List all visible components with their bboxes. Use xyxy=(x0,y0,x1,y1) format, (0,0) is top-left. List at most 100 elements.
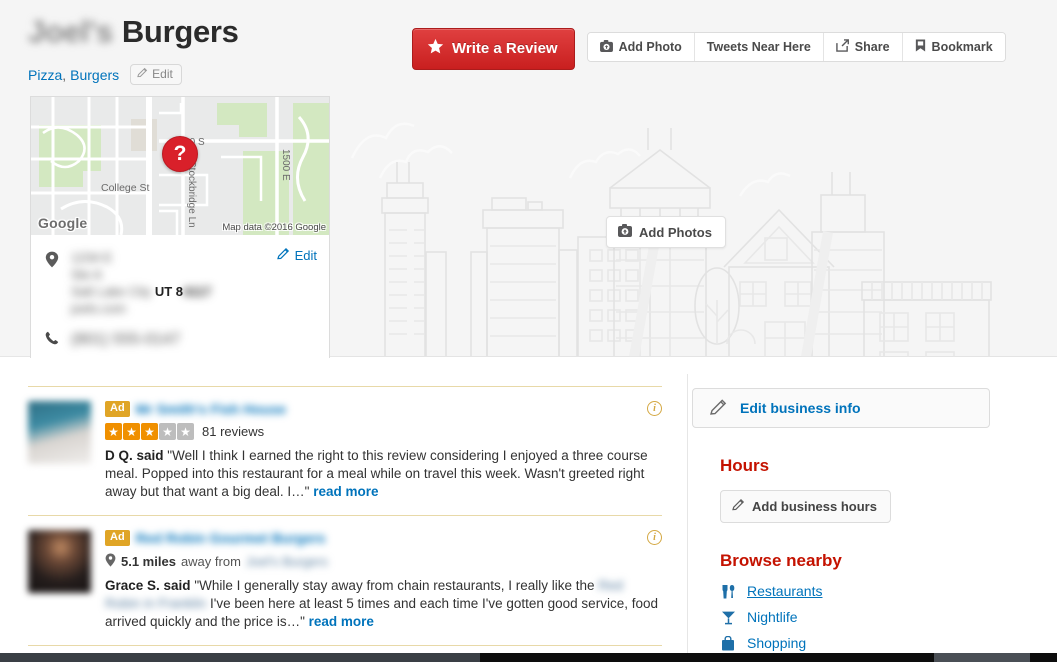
category-link-pizza[interactable]: Pizza xyxy=(28,67,62,83)
ad-badge: Ad xyxy=(105,530,130,546)
add-business-hours-button[interactable]: Add business hours xyxy=(720,490,891,523)
review-snippet: Grace S. said "While I generally stay aw… xyxy=(105,577,662,631)
cocktail-icon xyxy=(720,610,736,625)
ad-info-icon[interactable]: i xyxy=(647,401,662,416)
business-header-band: Add Photos Joel's Burgers Pizza, Burgers… xyxy=(0,0,1057,360)
address-state: UT xyxy=(154,284,173,299)
sponsored-result-item[interactable]: Ad Red Robin Gourmet Burgers 5.1 miles a… xyxy=(28,515,662,645)
star-filled-icon: ★ xyxy=(105,423,122,440)
yelp-business-page: Add Photos Joel's Burgers Pizza, Burgers… xyxy=(0,0,1057,662)
business-name-blurred: Joel's xyxy=(28,14,113,49)
bookmark-label: Bookmark xyxy=(931,40,993,54)
sponsored-results-list: Ad Mr Smith's Fish House ★ ★ ★ ★ ★ 81 re… xyxy=(28,386,662,662)
bottom-system-bar xyxy=(0,653,1057,662)
address-lines: 1234 E Ste A Salt Lake City UT 84117 joe… xyxy=(71,249,211,317)
shopping-bag-icon xyxy=(720,635,736,651)
browse-nearby-item-shopping[interactable]: Shopping xyxy=(720,635,1012,651)
address-city-blurred: Salt Lake City xyxy=(71,284,152,299)
bookmark-icon xyxy=(915,39,926,55)
add-photo-label: Add Photo xyxy=(618,40,682,54)
review-author: Grace S. said xyxy=(105,578,191,593)
ad-info-icon[interactable]: i xyxy=(647,530,662,545)
static-map-image[interactable]: 4600 S College St Stockbridge Ln 1500 E … xyxy=(31,97,329,235)
write-a-review-button[interactable]: Write a Review xyxy=(412,28,575,70)
tweets-near-here-button[interactable]: Tweets Near Here xyxy=(694,33,824,61)
phone-row: (801) 555-0147 xyxy=(45,329,317,350)
business-name-visible: Burgers xyxy=(121,14,239,49)
sponsored-result-item[interactable]: Ad Mr Smith's Fish House ★ ★ ★ ★ ★ 81 re… xyxy=(28,386,662,515)
browse-nearby-list: Restaurants Nightlife Shopping xyxy=(720,583,1012,651)
add-photos-overlay-button[interactable]: Add Photos xyxy=(606,216,726,248)
svg-text:College St: College St xyxy=(101,182,150,194)
star-empty-icon: ★ xyxy=(159,423,176,440)
edit-categories-button[interactable]: Edit xyxy=(130,64,182,85)
page-title: Joel's Burgers xyxy=(28,14,239,50)
map-attribution: Map data ©2016 Google xyxy=(222,222,326,233)
add-photos-label: Add Photos xyxy=(639,224,712,240)
pencil-icon xyxy=(732,498,745,514)
pencil-icon xyxy=(137,67,148,81)
pencil-icon xyxy=(276,247,290,263)
browse-nearby-label: Shopping xyxy=(747,635,807,651)
sponsored-business-name-blurred[interactable]: Mr Smith's Fish House xyxy=(136,401,286,417)
category-link-burgers[interactable]: Burgers xyxy=(70,67,119,83)
category-list: Pizza, Burgers Edit xyxy=(28,64,182,85)
edit-address-label: Edit xyxy=(294,247,317,263)
svg-text:1500 E: 1500 E xyxy=(280,149,291,181)
map-marker-label: ? xyxy=(173,142,187,165)
browse-nearby-heading: Browse nearby xyxy=(720,551,842,570)
map-pin-icon xyxy=(45,249,61,317)
camera-icon xyxy=(618,224,632,240)
sponsored-business-name-blurred[interactable]: Red Robin Gourmet Burgers xyxy=(136,530,326,546)
distance-value: 5.1 miles xyxy=(121,554,176,569)
secondary-action-group: Add Photo Tweets Near Here Share Bookmar… xyxy=(586,32,1006,62)
edit-business-info-button[interactable]: Edit business info xyxy=(692,388,990,428)
google-logo: Google xyxy=(38,215,88,231)
reviewer-avatar xyxy=(28,401,91,464)
distance-row: 5.1 miles away from Joel's Burgers xyxy=(105,553,662,570)
address-zip-blurred: 4117 xyxy=(183,284,212,299)
sponsored-result-header: Ad Red Robin Gourmet Burgers xyxy=(105,530,662,546)
bookmark-button[interactable]: Bookmark xyxy=(902,33,1005,61)
map-pin-icon xyxy=(105,553,116,570)
share-button[interactable]: Share xyxy=(823,33,903,61)
sponsored-result-body: Ad Mr Smith's Fish House ★ ★ ★ ★ ★ 81 re… xyxy=(105,401,662,501)
website-blurred: joels.com xyxy=(71,301,126,316)
distance-target-blurred: Joel's Burgers xyxy=(245,554,328,569)
review-count: 81 reviews xyxy=(202,424,265,439)
sponsored-result-header: Ad Mr Smith's Fish House xyxy=(105,401,662,417)
star-empty-icon: ★ xyxy=(177,423,194,440)
lower-content-area: Ad Mr Smith's Fish House ★ ★ ★ ★ ★ 81 re… xyxy=(0,358,1057,662)
browse-nearby-item-nightlife[interactable]: Nightlife xyxy=(720,609,1012,625)
browse-nearby-item-restaurants[interactable]: Restaurants xyxy=(720,583,1012,599)
rating-row: ★ ★ ★ ★ ★ 81 reviews xyxy=(105,423,662,440)
star-filled-icon: ★ xyxy=(141,423,158,440)
category-separator: , xyxy=(62,66,67,83)
edit-address-button[interactable]: Edit xyxy=(276,247,317,263)
address-zip-prefix: 8 xyxy=(175,284,184,299)
write-a-review-label: Write a Review xyxy=(452,40,558,57)
read-more-link[interactable]: read more xyxy=(309,614,374,629)
map-and-address-card: 4600 S College St Stockbridge Ln 1500 E … xyxy=(30,96,330,360)
distance-suffix: away from xyxy=(180,554,241,569)
add-photo-button[interactable]: Add Photo xyxy=(587,33,695,61)
phone-number-blurred: (801) 555-0147 xyxy=(71,330,181,348)
svg-text:Stockbridge Ln: Stockbridge Ln xyxy=(186,161,197,228)
camera-icon xyxy=(599,39,613,55)
read-more-link[interactable]: read more xyxy=(313,484,378,499)
hours-heading: Hours xyxy=(720,456,770,475)
sponsored-result-body: Ad Red Robin Gourmet Burgers 5.1 miles a… xyxy=(105,530,662,631)
share-label: Share xyxy=(854,40,890,54)
right-sidebar: Edit business info Hours Add business ho… xyxy=(692,358,1012,661)
review-quote-part1: "While I generally stay away from chain … xyxy=(194,578,599,593)
share-icon xyxy=(836,39,849,55)
edit-categories-label: Edit xyxy=(152,67,173,81)
edit-business-info-label: Edit business info xyxy=(740,400,861,416)
review-author: D Q. said xyxy=(105,448,164,463)
review-snippet: D Q. said "Well I think I earned the rig… xyxy=(105,447,662,501)
content-sidebar-divider xyxy=(687,374,688,662)
cutlery-icon xyxy=(720,584,736,599)
star-icon xyxy=(427,38,444,59)
address-line1-blurred: 1234 E xyxy=(71,250,113,265)
add-business-hours-label: Add business hours xyxy=(752,498,877,514)
